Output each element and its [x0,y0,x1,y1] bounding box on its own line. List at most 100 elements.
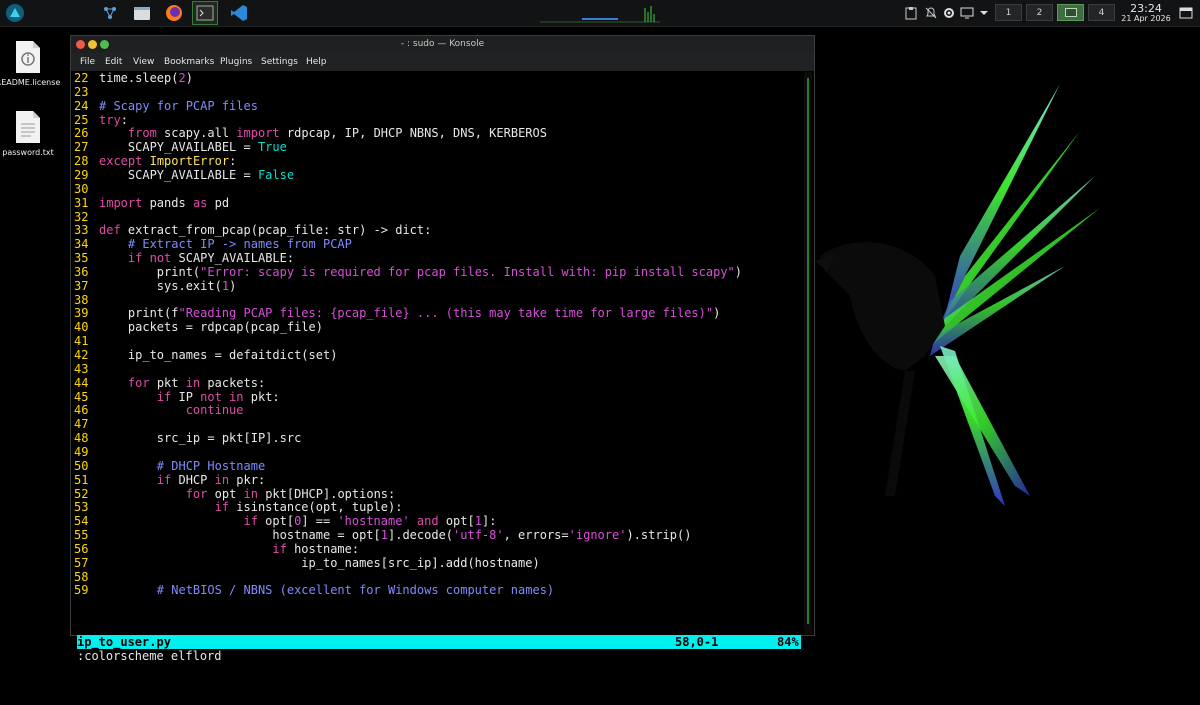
code-text: if DHCP in pkr: [156,472,266,487]
clipboard-icon[interactable] [900,2,922,24]
code-text: # Scapy for PCAP files [99,98,258,113]
menu-view[interactable]: View [133,53,154,71]
menu-plugins[interactable]: Plugins [220,53,252,71]
code-text: from scapy.all import rdpcap, IP, DHCP N… [127,126,547,141]
code-text: try: [99,112,128,127]
chevron-down-icon[interactable] [973,2,995,24]
line-number: 35 [74,251,89,265]
code-line: 48 src_ip = pkt[IP].src [74,431,301,445]
code-line: 56 if hostname: [74,542,359,556]
clock-time: 23:24 [1130,2,1162,15]
code-text: SCAPY_AVAILABLE = False [99,168,295,182]
clock[interactable]: 23:24 21 Apr 2026 [1120,1,1172,23]
virtual-desktop-1[interactable]: 1 [995,4,1022,21]
line-number: 32 [74,209,89,224]
code-text: if IP not in pkt: [156,389,280,404]
code-line: 25 try: [74,113,128,127]
code-line: 51 if DHCP in pkr: [74,473,265,487]
vim-editor[interactable]: 22 time.sleep(2) 23 24 # Scapy for PCAP file… [74,71,801,663]
code-text: import pands as pd [99,195,230,210]
title-bar[interactable]: - : sudo — Konsole [71,36,814,53]
file-manager-icon[interactable] [131,2,153,24]
desktop-icon-readme[interactable]: README.license [0,40,63,87]
line-number: 36 [74,264,89,279]
desktop-icon-label: password.txt [2,148,54,157]
network-icon[interactable] [99,2,121,24]
window-thumbnail-icon [1064,8,1077,17]
code-line: 57 ip_to_names[src_ip].add(hostname) [74,556,540,570]
code-line: 34 # Extract IP -> names from PCAP [74,237,352,251]
line-number: 30 [74,181,89,196]
code-text: if isinstance(opt, tuple): [214,500,403,515]
window-title: - : sudo — Konsole [400,39,485,49]
code-line: 54 if opt[0] == 'hostname' and opt[1]: [74,514,496,528]
line-number: 42 [74,348,89,362]
line-number: 44 [74,375,89,390]
line-number: 47 [74,417,89,432]
line-number: 27 [74,140,89,155]
line-number: 53 [74,500,89,515]
line-number: 24 [74,98,89,113]
code-text: print(f"Reading PCAP files: {pcap_file} … [99,306,721,321]
code-line: 53 if isinstance(opt, tuple): [74,500,402,514]
code-text: sys.exit(1) [99,278,237,293]
code-text: if opt[0] == 'hostname' and opt[1]: [243,514,497,529]
text-file-icon [16,111,40,143]
desktop-icon-password[interactable]: password.txt [0,110,63,157]
code-line: 46 continue [74,403,244,417]
line-number: 57 [74,555,89,570]
code-line: 26 from scapy.all import rdpcap, IP, DHC… [74,126,547,140]
show-desktop-icon[interactable] [1175,2,1197,24]
code-line: 29 SCAPY_AVAILABLE = False [74,168,294,182]
line-number: 56 [74,541,89,556]
virtual-desktop-3[interactable] [1057,4,1084,21]
virtual-desktop-4[interactable]: 4 [1088,4,1115,21]
code-text: for pkt in packets: [127,375,266,390]
code-text: for opt in pkt[DHCP].options: [185,486,396,501]
code-text: print("Error: scapy is required for pcap… [99,264,743,279]
scrollbar-thumb[interactable] [807,78,809,624]
code-line: 43 [74,362,99,376]
code-line: 30 [74,182,99,196]
code-line: 24 # Scapy for PCAP files [74,99,258,113]
line-number: 28 [74,154,89,169]
vim-command-line[interactable]: :colorscheme elflord [77,649,222,663]
menu-edit[interactable]: Edit [105,53,122,71]
menu-file[interactable]: File [80,53,95,71]
code-line: 45 if IP not in pkt: [74,390,280,404]
parrot-launcher-icon[interactable] [4,2,26,24]
code-text: except ImportError: [99,154,237,169]
code-line: 42 ip_to_names = defaitdict(set) [74,348,337,362]
line-number: 38 [74,292,89,307]
menu-bookmarks[interactable]: Bookmarks [164,53,214,71]
line-number: 40 [74,320,89,335]
code-text: # NetBIOS / NBNS (excellent for Windows … [156,583,555,598]
virtual-desktop-2[interactable]: 2 [1026,4,1053,21]
line-number: 26 [74,126,89,141]
menu-help[interactable]: Help [306,53,327,71]
line-number: 55 [74,528,89,543]
line-number: 50 [74,458,89,473]
line-number: 45 [74,389,89,404]
code-line: 47 [74,417,99,431]
konsole-window: - : sudo — Konsole File Edit View Bookma… [70,35,815,663]
line-number: 37 [74,278,89,293]
firefox-icon[interactable] [163,2,185,24]
vscode-icon[interactable] [228,2,250,24]
code-text: time.sleep(2) [99,71,193,85]
status-filename: ip_to_user.py [77,635,171,649]
line-number: 33 [74,223,89,238]
terminal-icon[interactable] [192,1,218,25]
code-line: 58 [74,570,99,584]
line-number: 46 [74,403,89,418]
line-number: 49 [74,444,89,459]
code-text: if not SCAPY_AVAILABLE: [127,251,295,265]
menu-bar: File Edit View Bookmarks Plugins Setting… [71,53,814,71]
code-text: hostname = opt[1].decode('utf-8', errors… [99,528,692,543]
code-line: 31 import pands as pd [74,196,229,210]
code-line: 44 for pkt in packets: [74,376,265,390]
scrollbar[interactable] [804,72,812,634]
line-number: 23 [74,84,89,99]
code-line: 39 print(f"Reading PCAP files: {pcap_fil… [74,306,720,320]
menu-settings[interactable]: Settings [261,53,298,71]
